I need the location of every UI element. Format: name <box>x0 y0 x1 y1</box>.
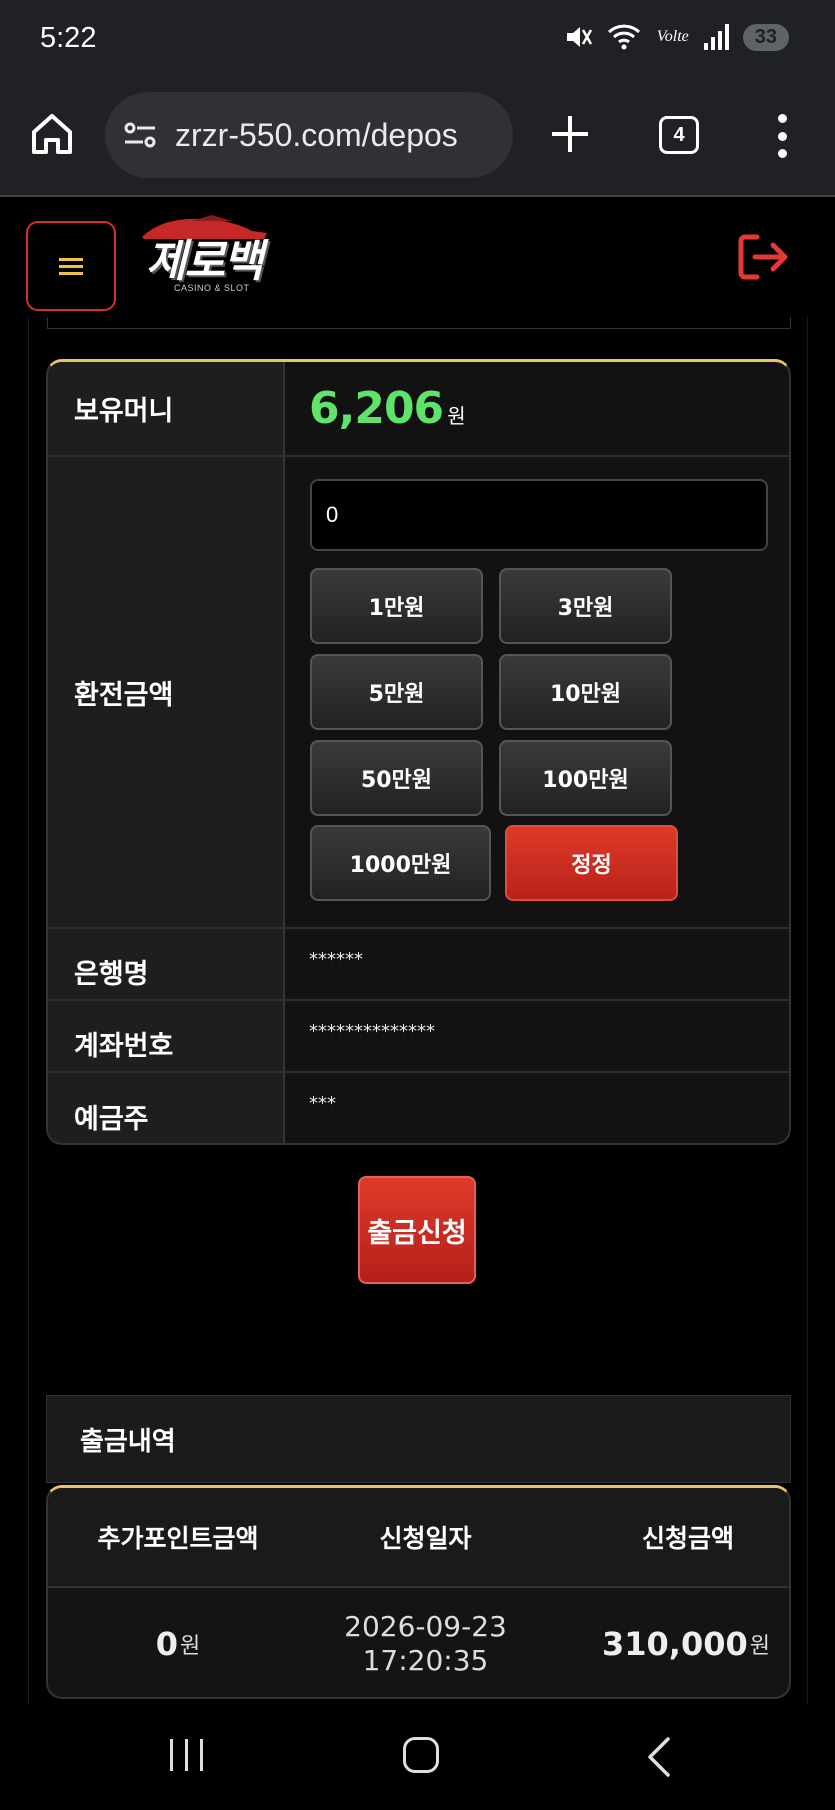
amount-input[interactable] <box>310 479 768 551</box>
bank-value: ****** <box>309 949 363 970</box>
holder-value: *** <box>309 1093 336 1114</box>
hamburger-icon <box>59 258 83 275</box>
logo-text: 제로백 <box>146 236 263 287</box>
status-bar: 5:22 Volte 33 <box>0 0 835 80</box>
mute-icon <box>566 27 592 47</box>
battery-indicator: 33 <box>742 23 789 51</box>
history-header-row: 추가포인트금액 신청일자 신청금액 <box>48 1488 789 1588</box>
signal-icon <box>703 24 729 50</box>
reset-button[interactable]: 정정 <box>505 825 678 901</box>
holder-row: 예금주 *** <box>48 1073 789 1143</box>
amount-1m-button[interactable]: 100만원 <box>499 740 672 816</box>
request-amount-unit: 원 <box>749 1634 770 1659</box>
address-bar[interactable]: zrzr-550.com/depos <box>105 92 513 178</box>
request-amount: 310,000 <box>602 1625 748 1663</box>
site-logo[interactable]: 제로백 CASINO & SLOT <box>132 213 292 303</box>
date-cell: 2026-09-23 17:20:35 <box>308 1588 543 1697</box>
bank-label: 은행명 <box>48 929 285 999</box>
previous-card-edge <box>47 317 791 329</box>
more-menu-icon[interactable] <box>770 114 794 158</box>
amount-10m-button[interactable]: 1000만원 <box>310 825 491 901</box>
request-date: 2026-09-23 <box>344 1610 507 1643</box>
hamburger-menu-button[interactable] <box>26 221 116 311</box>
col-amount-header: 신청금액 <box>641 1524 734 1553</box>
browser-toolbar: zrzr-550.com/depos 4 <box>0 80 835 197</box>
table-row: 0 원 2026-09-23 17:20:35 310,000 원 <box>48 1588 789 1697</box>
withdraw-page: 보유머니 6,206 원 환전금액 1만원 3만원 5만원 10만원 50만원 … <box>28 317 808 1705</box>
withdraw-submit-button[interactable]: 출금신청 <box>358 1176 476 1284</box>
bank-row: 은행명 ****** <box>48 929 789 1001</box>
col-bonus-header: 추가포인트금액 <box>97 1524 259 1553</box>
home-icon[interactable] <box>28 110 76 158</box>
status-time: 5:22 <box>40 22 97 54</box>
amount-row: 환전금액 1만원 3만원 5만원 10만원 50만원 100만원 1000만원 … <box>48 457 789 929</box>
amount-500k-button[interactable]: 50만원 <box>310 740 483 816</box>
recents-icon[interactable] <box>170 1739 203 1771</box>
tab-switcher-button[interactable]: 4 <box>659 116 699 154</box>
back-icon[interactable] <box>640 1735 680 1779</box>
new-tab-icon[interactable] <box>548 112 592 156</box>
bonus-unit: 원 <box>180 1634 201 1659</box>
withdraw-form: 보유머니 6,206 원 환전금액 1만원 3만원 5만원 10만원 50만원 … <box>46 359 791 1145</box>
account-label: 계좌번호 <box>48 1001 285 1071</box>
amount-30k-button[interactable]: 3만원 <box>499 568 672 644</box>
system-nav-bar <box>0 1705 835 1810</box>
amount-100k-button[interactable]: 10만원 <box>499 654 672 730</box>
amount-label: 환전금액 <box>48 457 285 927</box>
amount-controls: 1만원 3만원 5만원 10만원 50만원 100만원 1000만원 정정 <box>287 457 789 927</box>
logout-icon[interactable] <box>733 229 789 285</box>
site-header: 제로백 CASINO & SLOT <box>0 199 835 317</box>
bonus-value: 0 <box>155 1625 178 1663</box>
request-time: 17:20:35 <box>362 1644 489 1677</box>
network-type: Volte <box>656 28 689 45</box>
logo-subtitle: CASINO & SLOT <box>174 283 250 293</box>
balance-unit: 원 <box>447 404 466 428</box>
home-nav-icon[interactable] <box>403 1737 439 1773</box>
wifi-icon <box>607 24 640 50</box>
balance-label: 보유머니 <box>48 362 285 455</box>
amount-cell: 310,000 원 <box>543 1588 789 1697</box>
balance-row: 보유머니 6,206 원 <box>48 362 789 457</box>
bonus-cell: 0 원 <box>48 1588 308 1697</box>
account-row: 계좌번호 ************** <box>48 1001 789 1073</box>
status-icons: Volte 33 <box>563 22 789 52</box>
amount-10k-button[interactable]: 1만원 <box>310 568 483 644</box>
col-date-header: 신청일자 <box>379 1524 472 1553</box>
balance-value-cell: 6,206 원 <box>287 362 789 455</box>
account-value: ************** <box>309 1021 435 1042</box>
amount-50k-button[interactable]: 5만원 <box>310 654 483 730</box>
history-table: 추가포인트금액 신청일자 신청금액 0 원 2026-09-23 17:20:3… <box>46 1485 791 1699</box>
history-title: 출금내역 <box>46 1395 791 1483</box>
holder-label: 예금주 <box>48 1073 285 1143</box>
url-text: zrzr-550.com/depos <box>175 116 458 153</box>
site-settings-icon[interactable] <box>123 120 157 150</box>
balance-value: 6,206 <box>309 383 444 434</box>
